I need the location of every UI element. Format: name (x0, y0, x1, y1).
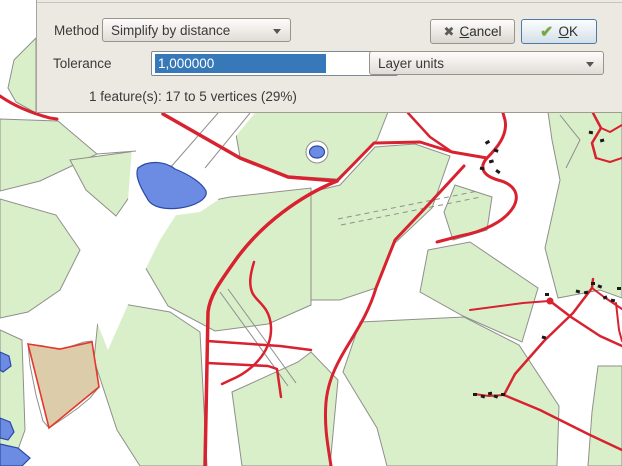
method-combobox-value: Simplify by distance (111, 23, 230, 38)
pond-polygon (310, 146, 325, 158)
ok-check-icon: ✔ (540, 22, 553, 42)
chevron-down-icon (273, 29, 281, 34)
cancel-button[interactable]: ✖ Cancel (430, 19, 515, 44)
tolerance-value-selected: 1,000000 (155, 54, 326, 73)
chevron-down-icon (586, 62, 594, 67)
road-junction-dot (547, 298, 554, 305)
tolerance-spinbox[interactable]: 1,000000 ▲ ▼ (151, 51, 398, 76)
method-combobox[interactable]: Simplify by distance (102, 18, 291, 42)
ok-button[interactable]: ✔ OK (521, 19, 597, 44)
cancel-x-icon: ✖ (444, 24, 455, 40)
units-combobox[interactable]: Layer units (369, 51, 604, 75)
ok-button-label: OK (558, 24, 578, 39)
cancel-button-label: Cancel (459, 24, 501, 39)
units-combobox-value: Layer units (378, 56, 444, 71)
method-label: Method (54, 23, 99, 38)
simplify-status-text: 1 feature(s): 17 to 5 vertices (29%) (89, 89, 297, 104)
tolerance-label: Tolerance (53, 56, 112, 71)
qgis-simplify-feature-window: Method Simplify by distance ✖ Cancel ✔ O… (0, 0, 622, 466)
simplify-dialog: Method Simplify by distance ✖ Cancel ✔ O… (36, 0, 622, 113)
